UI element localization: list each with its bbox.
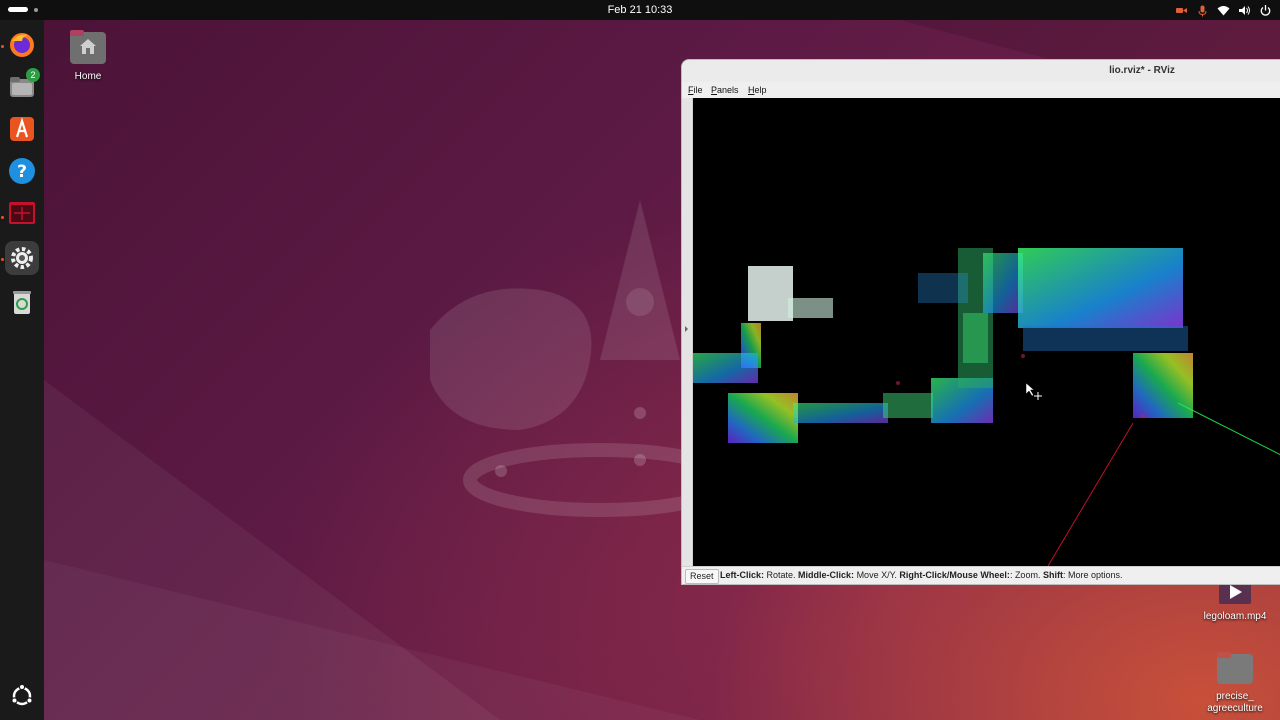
desktop-home-folder[interactable]: Home — [62, 28, 114, 83]
shift-label: Shift — [1042, 570, 1063, 580]
running-indicator — [1, 258, 4, 261]
settings-icon[interactable] — [5, 241, 39, 275]
microphone-icon[interactable] — [1196, 4, 1209, 17]
right-click-label: Right-Click/Mouse Wheel: — [899, 570, 1010, 580]
trash-icon[interactable] — [5, 285, 39, 319]
running-indicator — [1, 216, 4, 219]
shift-action: : More options. — [1062, 570, 1123, 580]
menu-file[interactable]: File — [688, 85, 703, 95]
folder-icon — [1217, 652, 1253, 684]
collapsed-panel-handle[interactable] — [682, 98, 693, 566]
window-titlebar[interactable]: lio.rviz* - RViz — [682, 60, 1280, 83]
camera-icon[interactable] — [1175, 4, 1188, 17]
expand-arrow-icon[interactable] — [685, 326, 688, 332]
folder-label-line1: precise_ — [1216, 691, 1254, 702]
wifi-icon[interactable] — [1217, 4, 1230, 17]
volume-icon[interactable] — [1238, 4, 1251, 17]
system-tray[interactable] — [1175, 3, 1272, 17]
mouse-cursor-icon — [1025, 382, 1035, 397]
left-click-label: Left-Click: — [720, 570, 765, 580]
home-folder-icon — [70, 30, 106, 64]
point-cloud-map — [693, 248, 1280, 566]
top-bar: Feb 21 10:33 — [0, 0, 1280, 20]
running-indicator — [1, 45, 4, 48]
help-icon[interactable]: ? — [5, 154, 39, 188]
right-click-action: : Zoom. — [1009, 570, 1043, 580]
firefox-icon[interactable] — [5, 28, 39, 62]
power-icon[interactable] — [1259, 4, 1272, 17]
menu-help[interactable]: Help — [748, 85, 767, 95]
left-click-action: Rotate. — [764, 570, 799, 580]
middle-click-action: Move X/Y. — [854, 570, 900, 580]
middle-click-label: Middle-Click: — [798, 570, 855, 580]
files-badge: 2 — [26, 68, 40, 82]
status-bar: Reset Left-Click: Rotate. Middle-Click: … — [682, 566, 1280, 584]
rviz-window[interactable]: lio.rviz* - RViz File Panels Help Reset … — [681, 59, 1280, 585]
reset-button[interactable]: Reset — [685, 569, 719, 584]
app-center-icon[interactable] — [5, 112, 39, 146]
3d-viewport[interactable] — [693, 98, 1280, 566]
menu-panels[interactable]: Panels — [711, 85, 739, 95]
folder-label-line2: agreeculture — [1207, 703, 1263, 714]
svg-text:?: ? — [17, 162, 27, 182]
clock[interactable]: Feb 21 10:33 — [0, 4, 1280, 16]
window-title: lio.rviz* - RViz — [1109, 65, 1175, 76]
mouse-help-text: Left-Click: Rotate. Middle-Click: Move X… — [720, 570, 1122, 580]
desktop-folder[interactable]: precise_ agreeculture — [1198, 650, 1272, 715]
menu-bar: File Panels Help — [682, 82, 1280, 98]
ubuntu-logo-icon[interactable] — [5, 679, 39, 713]
video-label: legoloam.mp4 — [1203, 611, 1267, 622]
terminal-icon[interactable] — [5, 196, 39, 230]
dock: 2 ? — [0, 20, 44, 720]
home-label: Home — [74, 71, 102, 82]
